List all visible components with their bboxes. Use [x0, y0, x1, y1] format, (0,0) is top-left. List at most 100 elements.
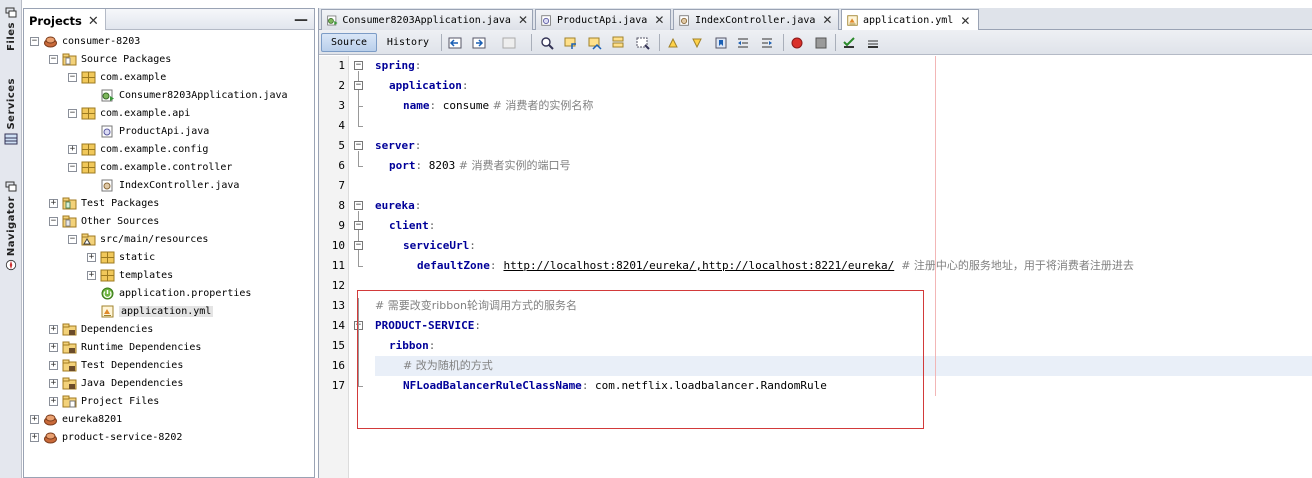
close-icon[interactable]: ✕	[822, 13, 832, 27]
find-icon[interactable]	[539, 35, 555, 51]
expand-icon[interactable]: +	[30, 414, 39, 424]
editor-tab[interactable]: Consumer8203Application.java ✕	[321, 9, 533, 30]
toggle-bookmark-icon[interactable]	[713, 35, 729, 51]
tree-node[interactable]: + Test Dependencies	[49, 356, 183, 374]
tree-node[interactable]: − src/main/resources	[68, 230, 208, 248]
collapse-icon[interactable]: −	[49, 216, 58, 226]
close-icon[interactable]: ✕	[88, 14, 99, 29]
next-bookmark-icon[interactable]	[689, 35, 705, 51]
fold-collapse-icon[interactable]: −	[354, 141, 363, 150]
back-icon[interactable]	[471, 35, 487, 51]
fold-collapse-icon[interactable]: −	[354, 221, 363, 230]
start-macro-icon[interactable]	[789, 35, 805, 51]
collapse-icon[interactable]: −	[49, 54, 58, 64]
history-button[interactable]: History	[381, 33, 435, 52]
dependencies-icon	[62, 377, 77, 390]
tree-node[interactable]: − com.example.api	[68, 104, 190, 122]
shift-left-icon[interactable]	[735, 35, 751, 51]
fold-collapse-icon[interactable]: −	[354, 241, 363, 250]
tree-node[interactable]: + Runtime Dependencies	[49, 338, 201, 356]
tree-node[interactable]: − Source Packages	[49, 50, 171, 68]
tree-node[interactable]: + product-service-8202	[30, 428, 182, 446]
tree-node[interactable]: + Test Packages	[49, 194, 159, 212]
previous-bookmark-icon[interactable]	[665, 35, 681, 51]
side-strip: Files Services Navigator	[0, 0, 22, 478]
collapse-icon[interactable]: −	[68, 162, 77, 172]
tree-node[interactable]: − consumer-8203	[30, 32, 140, 50]
expand-icon[interactable]: +	[49, 342, 58, 352]
forward-icon[interactable]	[501, 35, 517, 51]
fold-collapse-icon[interactable]: −	[354, 61, 363, 70]
source-packages-icon	[62, 53, 77, 66]
collapse-icon[interactable]: −	[68, 72, 77, 82]
tree-node[interactable]: ProductApi.java	[87, 122, 209, 140]
expand-icon[interactable]: +	[49, 198, 58, 208]
expand-icon[interactable]: +	[49, 396, 58, 406]
tree-node[interactable]: − Other Sources	[49, 212, 159, 230]
fold-collapse-icon[interactable]: −	[354, 81, 363, 90]
line-number: 4	[338, 119, 345, 132]
editor-tab[interactable]: IndexController.java ✕	[673, 9, 839, 30]
find-selection-icon[interactable]	[635, 35, 651, 51]
stop-macro-icon[interactable]	[813, 35, 829, 51]
project-tree[interactable]: − consumer-8203− Source Packages − com.examp…	[24, 31, 314, 477]
close-icon[interactable]: ✕	[960, 14, 970, 28]
yaml-key: eureka	[375, 199, 415, 212]
services-tab[interactable]: Services	[2, 78, 20, 148]
expand-icon[interactable]: +	[68, 144, 77, 154]
find-previous-icon[interactable]	[563, 35, 579, 51]
expand-icon[interactable]: +	[87, 252, 96, 262]
tree-node-label: static	[119, 251, 156, 263]
tree-node[interactable]: Consumer8203Application.java	[87, 86, 288, 104]
expand-icon[interactable]: +	[49, 360, 58, 370]
editor-tab[interactable]: application.yml ✕	[841, 9, 979, 31]
collapse-icon[interactable]: −	[68, 234, 77, 244]
source-button[interactable]: Source	[321, 33, 377, 52]
collapse-icon[interactable]: −	[68, 108, 77, 118]
expand-icon[interactable]: +	[49, 378, 58, 388]
expand-icon[interactable]: +	[87, 270, 96, 280]
find-next-icon[interactable]	[587, 35, 603, 51]
tree-node-label: Other Sources	[81, 215, 160, 227]
tree-node-label: templates	[119, 269, 174, 281]
line-number-gutter: 1 2 3 4 5 6 7 8 9 10 11 12 13 14 15 16 17	[319, 56, 349, 478]
tree-node[interactable]: + Project Files	[49, 392, 159, 410]
tree-node[interactable]: + static	[87, 248, 155, 266]
tree-node[interactable]: IndexController.java	[87, 176, 239, 194]
minimize-icon[interactable]: —	[294, 12, 308, 28]
files-tab[interactable]: Files	[2, 4, 20, 51]
package-icon	[81, 107, 96, 120]
tree-node-label: Java Dependencies	[81, 377, 184, 389]
yaml-key: serviceUrl	[403, 239, 470, 252]
navigator-tab[interactable]: Navigator	[2, 178, 20, 274]
tree-node-label: ProductApi.java	[119, 125, 210, 137]
collapse-icon[interactable]: −	[30, 36, 39, 46]
last-edit-icon[interactable]	[447, 35, 463, 51]
right-margin-line	[935, 56, 936, 396]
projects-tab[interactable]: Projects ✕	[24, 9, 106, 30]
expand-icon[interactable]: +	[49, 324, 58, 334]
tree-node[interactable]: − com.example	[68, 68, 166, 86]
tree-node[interactable]: application.yml	[87, 302, 214, 320]
check-file-icon[interactable]	[841, 35, 857, 51]
close-icon[interactable]: ✕	[518, 13, 528, 27]
tree-node[interactable]: + templates	[87, 266, 173, 284]
tree-node[interactable]: − com.example.controller	[68, 158, 232, 176]
code-line: eureka:	[375, 196, 421, 216]
code-area[interactable]: 1234567891011121314151617 −−−−−−− spring…	[319, 56, 1312, 478]
fold-collapse-icon[interactable]: −	[354, 201, 363, 210]
tree-node[interactable]: + Java Dependencies	[49, 374, 183, 392]
shift-right-icon[interactable]	[759, 35, 775, 51]
tree-node-label: Consumer8203Application.java	[119, 89, 288, 101]
toggle-highlight-icon[interactable]	[611, 35, 627, 51]
close-icon[interactable]: ✕	[654, 13, 664, 27]
tree-node[interactable]: + eureka8201	[30, 410, 122, 428]
validate-icon[interactable]	[865, 35, 881, 51]
tree-node[interactable]: application.properties	[87, 284, 251, 302]
expand-icon[interactable]: +	[30, 432, 39, 442]
tree-node[interactable]: + Dependencies	[49, 320, 153, 338]
editor-tab[interactable]: ProductApi.java ✕	[535, 9, 671, 30]
tree-node[interactable]: + com.example.config	[68, 140, 208, 158]
code-line: name: consume # 消费者的实例名称	[403, 96, 593, 116]
resources-folder-icon	[81, 233, 96, 246]
